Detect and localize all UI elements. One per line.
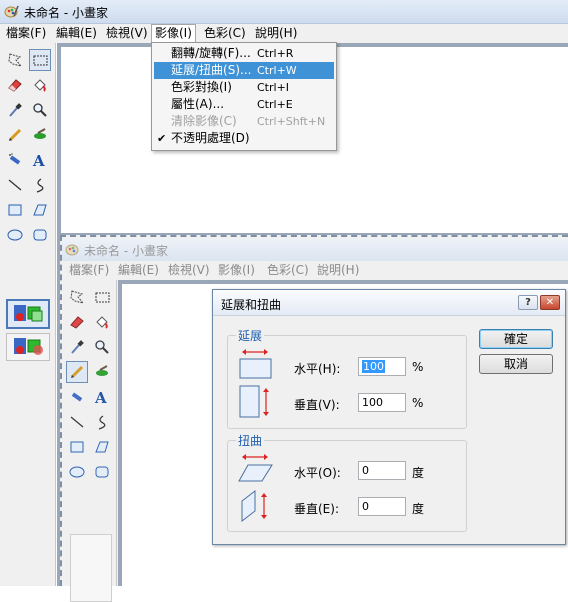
eyedropper-tool-icon: [66, 336, 88, 358]
stretch-horizontal-label: 水平(H):: [294, 362, 341, 376]
curve-tool-icon: [91, 411, 113, 433]
brush-tool-icon[interactable]: [29, 124, 51, 146]
polygon-tool-icon[interactable]: [29, 199, 51, 221]
paint-app-icon: [65, 242, 80, 257]
skew-group-title: 扭曲: [236, 432, 265, 449]
free-select-tool-icon: [66, 286, 88, 308]
menu-item-clear-image: 清除影像(C) Ctrl+Shft+N: [171, 114, 326, 128]
text-tool-icon: A: [91, 386, 113, 408]
menu-item-attributes[interactable]: 屬性(A)... Ctrl+E: [154, 96, 334, 113]
stretch-vertical-icon: [238, 384, 274, 423]
skew-horizontal-input[interactable]: 0: [358, 461, 406, 480]
magnifier-tool-icon: [91, 336, 113, 358]
airbrush-tool-icon: [66, 386, 88, 408]
dialog-title-bar: 延展和扭曲 ? ✕: [213, 290, 565, 316]
line-tool-icon: [66, 411, 88, 433]
rect-select-tool-icon: [91, 286, 113, 308]
ellipse-tool-icon[interactable]: [4, 224, 26, 246]
svg-text:A: A: [32, 152, 45, 168]
menu-bar: 檔案(F) 編輯(E) 檢視(V) 影像(I) 色彩(C) 說明(H): [0, 24, 568, 43]
menu-file[interactable]: 檔案(F): [3, 24, 49, 43]
stretch-skew-dialog: 延展和扭曲 ? ✕ 延展 水平(H): 100 % 垂直(V): 100 % 扭…: [212, 289, 566, 545]
background-menu-bar: 檔案(F) 編輯(E) 檢視(V) 影像(I) 色彩(C) 說明(H): [62, 261, 568, 280]
bg-menu-image: 影像(I): [218, 263, 255, 277]
menu-help[interactable]: 說明(H): [252, 24, 300, 43]
curve-tool-icon[interactable]: [29, 174, 51, 196]
airbrush-tool-icon[interactable]: [4, 149, 26, 171]
stretch-group: 延展 水平(H): 100 % 垂直(V): 100 %: [227, 327, 467, 429]
rect-select-tool-icon[interactable]: [29, 49, 51, 71]
tool-options-well: [70, 534, 112, 602]
window-title: 未命名 - 小畫家: [24, 6, 108, 20]
stretch-group-title: 延展: [236, 327, 265, 344]
free-select-tool-icon[interactable]: [4, 49, 26, 71]
stretch-horizontal-icon: [238, 348, 274, 383]
menu-item-invert-colors[interactable]: 色彩對換(I) Ctrl+I: [154, 79, 334, 96]
background-window-title: 未命名 - 小畫家: [84, 244, 168, 258]
eraser-tool-icon[interactable]: [4, 74, 26, 96]
transparent-option[interactable]: [6, 333, 50, 361]
rounded-rect-tool-icon[interactable]: [29, 224, 51, 246]
menu-item-flip-rotate[interactable]: 翻轉/旋轉(F)... Ctrl+R: [154, 45, 334, 62]
opaque-option-selected[interactable]: [6, 299, 50, 329]
fill-bucket-tool-icon: [91, 311, 113, 333]
brush-tool-icon: [91, 361, 113, 383]
checkmark-icon: ✔: [157, 132, 167, 145]
bg-menu-edit: 編輯(E): [118, 263, 159, 277]
menu-edit[interactable]: 編輯(E): [53, 24, 100, 43]
stretch-vertical-unit: %: [412, 396, 424, 410]
menu-colors[interactable]: 色彩(C): [201, 24, 249, 43]
skew-group: 扭曲 水平(O): 0 度 垂直(E): 0 度: [227, 432, 467, 532]
skew-vertical-label: 垂直(E):: [294, 502, 339, 516]
title-bar: 未命名 - 小畫家: [0, 0, 568, 24]
stretch-vertical-input[interactable]: 100: [358, 393, 406, 412]
help-button[interactable]: ?: [518, 295, 538, 310]
rounded-rect-tool-icon: [91, 461, 113, 483]
image-menu-dropdown: 翻轉/旋轉(F)... Ctrl+R 延展/扭曲(S)... Ctrl+W 色彩…: [151, 42, 337, 151]
menu-image[interactable]: 影像(I): [151, 24, 196, 43]
menu-item-draw-opaque[interactable]: ✔ 不透明處理(D): [154, 130, 334, 147]
ellipse-tool-icon: [66, 461, 88, 483]
polygon-tool-icon: [91, 436, 113, 458]
toolbox: A: [0, 43, 56, 586]
cancel-button[interactable]: 取消: [479, 354, 553, 374]
rectangle-tool-icon[interactable]: [4, 199, 26, 221]
magnifier-tool-icon[interactable]: [29, 99, 51, 121]
ok-button[interactable]: 確定: [479, 329, 553, 349]
bg-menu-view: 檢視(V): [168, 263, 210, 277]
close-button[interactable]: ✕: [540, 295, 560, 310]
rectangle-tool-icon: [66, 436, 88, 458]
eyedropper-tool-icon[interactable]: [4, 99, 26, 121]
line-tool-icon[interactable]: [4, 174, 26, 196]
menu-item-stretch-skew[interactable]: 延展/扭曲(S)... Ctrl+W: [154, 62, 334, 79]
pencil-tool-icon: [66, 361, 88, 383]
skew-vertical-icon: [238, 489, 274, 526]
menu-view[interactable]: 檢視(V): [103, 24, 151, 43]
stretch-horizontal-input[interactable]: 100: [358, 357, 406, 376]
skew-vertical-unit: 度: [412, 502, 425, 516]
skew-horizontal-unit: 度: [412, 466, 425, 480]
svg-text:A: A: [94, 389, 107, 405]
pencil-tool-icon[interactable]: [4, 124, 26, 146]
background-toolbox: A: [62, 280, 117, 602]
skew-vertical-input[interactable]: 0: [358, 497, 406, 516]
text-tool-icon[interactable]: A: [29, 149, 51, 171]
paint-app-icon: [4, 4, 19, 19]
skew-horizontal-icon: [238, 453, 274, 488]
background-title-bar: 未命名 - 小畫家: [62, 239, 568, 261]
bg-menu-file: 檔案(F): [69, 263, 110, 277]
bg-menu-help: 說明(H): [317, 263, 360, 277]
stretch-vertical-label: 垂直(V):: [294, 398, 340, 412]
skew-horizontal-label: 水平(O):: [294, 466, 341, 480]
dialog-title: 延展和扭曲: [221, 298, 282, 312]
stretch-horizontal-unit: %: [412, 360, 424, 374]
bg-menu-colors: 色彩(C): [267, 263, 309, 277]
eraser-tool-icon: [66, 311, 88, 333]
fill-bucket-tool-icon[interactable]: [29, 74, 51, 96]
